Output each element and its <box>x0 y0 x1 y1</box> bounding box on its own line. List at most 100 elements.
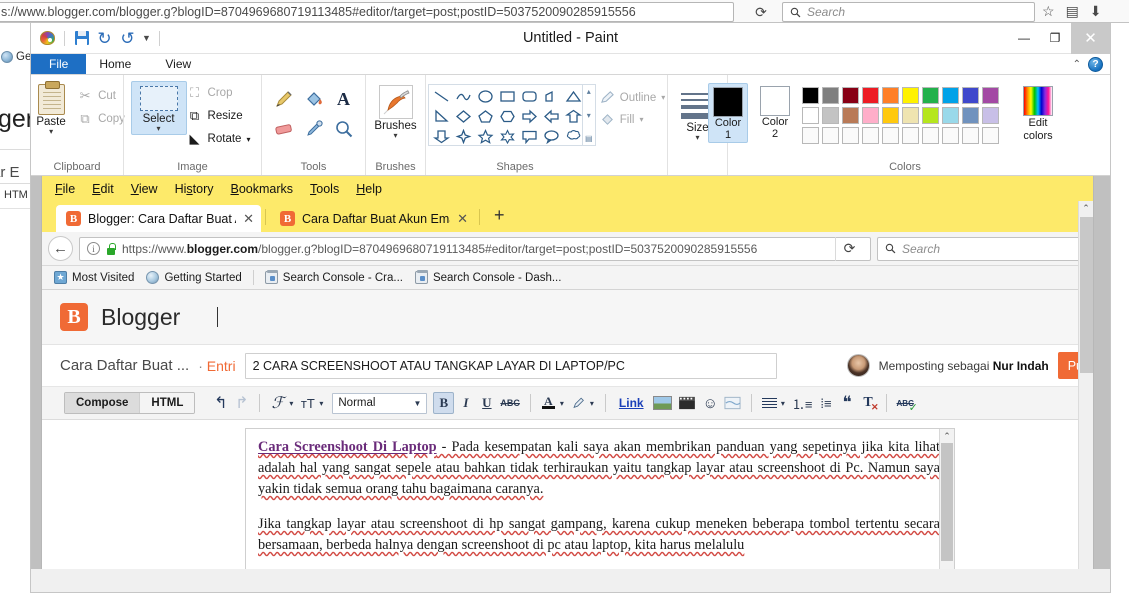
palette-swatch-1-9[interactable] <box>962 87 979 104</box>
redo-icon[interactable]: ↺ <box>119 30 136 47</box>
background-url-field[interactable]: s://www.blogger.com/blogger.g?blogID=870… <box>0 2 734 22</box>
palette-swatch-3-7[interactable] <box>922 127 939 144</box>
chevron-up-icon[interactable]: ⌃ <box>1073 59 1081 70</box>
shape-four-point-star-icon[interactable] <box>453 126 475 146</box>
scroll-up-icon[interactable]: ⌃ <box>1079 201 1093 216</box>
cut-button[interactable]: ✂ Cut <box>77 86 129 106</box>
shape-pentagon-icon[interactable] <box>475 106 497 126</box>
resize-button[interactable]: ⧉ Resize <box>187 106 255 126</box>
tab-view[interactable]: View <box>152 54 205 74</box>
tab-home[interactable]: Home <box>86 54 145 74</box>
scrollbar-thumb[interactable] <box>1080 217 1093 373</box>
palette-swatch-2-5[interactable] <box>882 107 899 124</box>
shape-ellipse-icon[interactable] <box>475 86 497 106</box>
palette-icon[interactable] <box>39 30 56 47</box>
palette-swatch-1-10[interactable] <box>982 87 999 104</box>
library-icon[interactable]: ▤ <box>1066 3 1079 20</box>
outline-button[interactable]: Outline ▾ <box>600 90 665 105</box>
scrollbar-thumb[interactable] <box>941 443 953 561</box>
firefox-search-box[interactable]: Search <box>877 236 1087 261</box>
shape-line-icon[interactable] <box>431 86 453 106</box>
palette-swatch-3-10[interactable] <box>982 127 999 144</box>
chevron-down-icon[interactable]: ▾ <box>289 399 293 408</box>
palette-swatch-2-8[interactable] <box>942 107 959 124</box>
paragraph-format-select[interactable]: Normal ▼ <box>332 392 428 414</box>
browser-tab-2[interactable]: B Cara Daftar Buat Akun Email ✕ <box>270 205 475 232</box>
link-button[interactable]: Link <box>614 392 649 414</box>
crop-button[interactable]: ⛶ Crop <box>187 83 255 103</box>
bookmark-search-console-crawl[interactable]: Search Console - Cra... <box>261 270 407 284</box>
numbered-list-button[interactable]: ⒈≡ <box>790 392 815 414</box>
bookmark-getting-started[interactable]: Getting Started <box>142 271 245 284</box>
bullet-list-button[interactable]: ⁞≡ <box>817 392 836 414</box>
bookmark-search-console-dashboard[interactable]: Search Console - Dash... <box>411 270 565 284</box>
paint-canvas[interactable]: File Edit View History Bookmarks Tools H… <box>31 176 1110 592</box>
palette-swatch-3-4[interactable] <box>862 127 879 144</box>
magnifier-icon[interactable] <box>329 114 359 144</box>
text-color-button[interactable]: A <box>539 392 558 414</box>
palette-swatch-2-3[interactable] <box>842 107 859 124</box>
menu-bookmarks[interactable]: Bookmarks <box>231 182 294 196</box>
text-icon[interactable]: A <box>329 84 359 114</box>
palette-swatch-2-7[interactable] <box>922 107 939 124</box>
shape-rounded-rectangle-icon[interactable] <box>519 86 541 106</box>
select-button[interactable]: Select ▾ <box>130 81 187 135</box>
palette-swatch-3-1[interactable] <box>802 127 819 144</box>
palette-swatch-1-1[interactable] <box>802 87 819 104</box>
palette-swatch-3-5[interactable] <box>882 127 899 144</box>
shape-curve-icon[interactable] <box>453 86 475 106</box>
palette-swatch-3-9[interactable] <box>962 127 979 144</box>
menu-help[interactable]: Help <box>356 182 382 196</box>
maximize-button[interactable]: ❐ <box>1039 23 1071 54</box>
close-button[interactable]: ✕ <box>1071 23 1110 54</box>
avatar[interactable] <box>846 354 870 377</box>
spellcheck-button[interactable]: ABC ✓ <box>895 392 918 415</box>
menu-edit[interactable]: Edit <box>92 182 114 196</box>
palette-swatch-1-2[interactable] <box>822 87 839 104</box>
menu-tools[interactable]: Tools <box>310 182 339 196</box>
rotate-button[interactable]: ◣ Rotate ▾ <box>187 129 255 149</box>
menu-view[interactable]: View <box>131 182 158 196</box>
scroll-up-icon[interactable]: ▴ <box>587 87 591 96</box>
paste-button[interactable]: Paste ▾ <box>31 81 77 136</box>
palette-swatch-2-2[interactable] <box>822 107 839 124</box>
close-icon[interactable]: ✕ <box>457 211 468 227</box>
palette-swatch-1-5[interactable] <box>882 87 899 104</box>
underline-button[interactable]: U <box>477 392 496 414</box>
palette-swatch-1-6[interactable] <box>902 87 919 104</box>
highlight-button[interactable] <box>569 392 588 414</box>
quote-button[interactable]: ❝ <box>838 392 857 414</box>
shape-oval-callout-icon[interactable] <box>541 126 563 146</box>
menu-history[interactable]: History <box>175 182 214 196</box>
palette-swatch-2-9[interactable] <box>962 107 979 124</box>
pencil-icon[interactable] <box>269 84 299 114</box>
post-title-input[interactable]: 2 CARA SCREENSHOOT ATAU TANGKAP LAYAR DI… <box>244 352 777 379</box>
post-editor-scrollbar[interactable]: ⌃ <box>939 429 954 591</box>
background-search-input[interactable]: Search <box>782 2 1035 22</box>
redo-icon[interactable]: ↱ <box>232 392 251 414</box>
shape-cloud-callout-icon[interactable] <box>563 126 585 146</box>
blogger-post-body[interactable]: Cara Screenshoot Di Laptop - Pada kesemp… <box>42 420 1093 591</box>
palette-swatch-3-3[interactable] <box>842 127 859 144</box>
palette-swatch-3-6[interactable] <box>902 127 919 144</box>
shapes-scroll-controls[interactable]: ▴ ▾ ▤ <box>582 84 596 146</box>
shape-down-arrow-icon[interactable] <box>431 126 453 146</box>
reload-icon[interactable]: ⟳ <box>835 236 863 261</box>
color2-button[interactable]: Color 2 <box>756 83 794 141</box>
insert-emoji-button[interactable]: ☺ <box>701 392 720 414</box>
customize-dropdown-icon[interactable]: ▼ <box>142 33 151 43</box>
insert-video-button[interactable] <box>676 392 699 414</box>
palette-swatch-2-10[interactable] <box>982 107 999 124</box>
chevron-down-icon[interactable]: ▾ <box>781 399 785 408</box>
page-info-icon[interactable]: i <box>87 242 100 255</box>
post-editor-content[interactable]: Cara Screenshoot Di Laptop - Pada kesemp… <box>246 429 954 556</box>
undo-icon[interactable]: ↺ <box>96 29 113 48</box>
chevron-down-icon[interactable]: ▾ <box>560 399 564 408</box>
undo-icon[interactable]: ↰ <box>211 392 230 414</box>
chevron-down-icon[interactable]: ▾ <box>319 399 323 408</box>
expand-icon[interactable]: ▤ <box>585 134 593 143</box>
shape-rounded-callout-icon[interactable] <box>519 126 541 146</box>
italic-button[interactable]: I <box>456 392 475 414</box>
eraser-icon[interactable] <box>269 114 299 144</box>
download-icon[interactable]: ⬇ <box>1090 3 1102 20</box>
